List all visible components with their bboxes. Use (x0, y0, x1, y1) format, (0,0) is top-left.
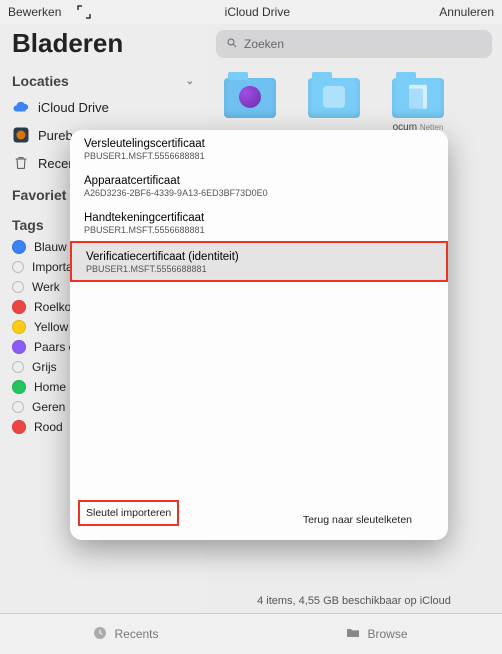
tag-color-icon (12, 380, 26, 394)
search-placeholder: Zoeken (244, 37, 284, 51)
sidebar-item-icloud-drive[interactable]: iCloud Drive (0, 93, 206, 121)
tag-color-icon (12, 401, 24, 413)
trash-icon (12, 154, 30, 172)
tab-browse[interactable]: Browse (251, 614, 502, 654)
clock-icon (92, 625, 108, 644)
status-text: 4 items, 4,55 GB beschikbaar op iCloud (206, 589, 502, 613)
section-locations[interactable]: Locaties ⌄ (0, 63, 206, 93)
tag-color-icon (12, 320, 26, 334)
folder-icon (392, 78, 444, 118)
search-icon (226, 37, 238, 52)
tags-label: Tags (12, 217, 44, 233)
cert-item[interactable]: Apparaatcertificaat A26D3236-2BF6-4339-9… (70, 167, 448, 204)
folder-icon (224, 78, 276, 118)
certificate-modal: Versleutelingscertificaat PBUSER1.MSFT.5… (70, 130, 448, 540)
tab-label: Recents (114, 627, 158, 641)
tab-recents[interactable]: Recents (0, 614, 251, 654)
import-key-button[interactable]: Sleutel importeren (86, 505, 171, 521)
window-title: iCloud Drive (225, 5, 290, 19)
tag-color-icon (12, 361, 24, 373)
cert-title: Handtekeningcertificaat (84, 212, 434, 224)
back-to-keychain-button[interactable]: Terug naar sleutelketen (303, 514, 412, 526)
tag-label: Grijs (32, 360, 57, 374)
edit-menu[interactable]: Bewerken (8, 5, 61, 19)
cert-item-selected[interactable]: Verificatiecertificaat (identiteit) PBUS… (70, 241, 448, 282)
tag-label: Werk (32, 280, 60, 294)
cert-sub: A26D3236-2BF6-4339-9A13-6ED3BF73D0E0 (84, 188, 434, 198)
tag-color-icon (12, 281, 24, 293)
search-input[interactable]: Zoeken (216, 30, 492, 58)
tag-color-icon (12, 300, 26, 314)
tag-label: Importa (32, 260, 73, 274)
folder-tab-icon (345, 625, 361, 644)
fullscreen-icon[interactable] (77, 5, 91, 19)
cert-item[interactable]: Handtekeningcertificaat PBUSER1.MSFT.555… (70, 204, 448, 241)
folder-item[interactable] (304, 78, 364, 122)
icloud-icon (12, 98, 30, 116)
menubar: Bewerken iCloud Drive Annuleren (0, 0, 502, 24)
modal-footer: Sleutel importeren Terug naar sleutelket… (70, 490, 448, 540)
purebred-icon (12, 126, 30, 144)
locations-label: Locaties (12, 73, 69, 89)
folder-item[interactable] (220, 78, 280, 122)
cert-title: Apparaatcertificaat (84, 175, 434, 187)
cert-title: Versleutelingscertificaat (84, 138, 434, 150)
folder-icon (308, 78, 360, 118)
tag-label: Blauw (34, 240, 67, 254)
tag-color-icon (12, 420, 26, 434)
cert-sub: PBUSER1.MSFT.5556688881 (86, 264, 432, 274)
tag-label: Rood (34, 420, 63, 434)
browse-title: Bladeren (0, 24, 206, 63)
tag-color-icon (12, 340, 26, 354)
favorites-label: Favoriet s (12, 187, 78, 203)
tag-color-icon (12, 240, 26, 254)
tab-label: Browse (367, 627, 407, 641)
tag-label: Home (34, 380, 66, 394)
cert-title: Verificatiecertificaat (identiteit) (86, 251, 432, 263)
tag-color-icon (12, 261, 24, 273)
cert-item[interactable]: Versleutelingscertificaat PBUSER1.MSFT.5… (70, 130, 448, 167)
sidebar-item-label: iCloud Drive (38, 100, 109, 115)
cert-sub: PBUSER1.MSFT.5556688881 (84, 225, 434, 235)
chevron-down-icon: ⌄ (186, 76, 194, 87)
tag-label: Geren (32, 400, 65, 414)
bottom-tabs: Recents Browse (0, 613, 502, 654)
tag-label: Yellow (34, 320, 68, 334)
cert-sub: PBUSER1.MSFT.5556688881 (84, 151, 434, 161)
cancel-button[interactable]: Annuleren (439, 5, 494, 19)
